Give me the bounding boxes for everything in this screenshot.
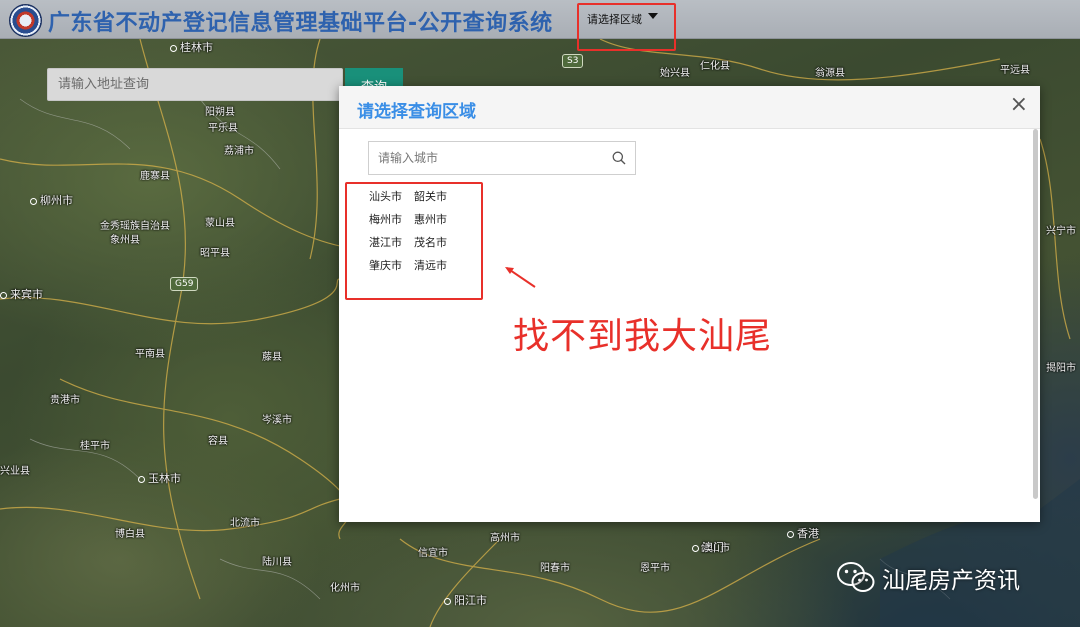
map-label-jinxiu: 金秀瑶族自治县: [100, 221, 170, 232]
watermark: 汕尾房产资讯: [836, 560, 1020, 596]
map-label-renhua: 仁化县: [700, 61, 730, 72]
map-label-yulin: 玉林市: [138, 470, 181, 486]
map-label-wengyuan: 翁源县: [815, 68, 845, 79]
map-label-xinyi: 信宜市: [418, 548, 448, 559]
map-label-guigang: 贵港市: [50, 395, 80, 406]
app-title: 广东省不动产登记信息管理基础平台-公开查询系统: [48, 11, 553, 36]
map-label-lipu: 荔浦市: [224, 146, 254, 157]
map-label-liuzhou: 柳州市: [30, 192, 73, 208]
map-label-zhaoping: 昭平县: [200, 248, 230, 259]
map-label-laibin: 来宾市: [0, 286, 43, 302]
map-label-yangjiang: 阳江市: [444, 592, 487, 608]
map-label-rongxian: 容县: [208, 436, 228, 447]
map-label-pingle: 平乐县: [208, 123, 238, 134]
annotation-box-region-select: [577, 3, 676, 51]
map-label-cenxi: 岑溪市: [262, 415, 292, 426]
close-icon[interactable]: ×: [1010, 94, 1028, 116]
map-label-xiangzhou: 象州县: [110, 235, 140, 246]
map-label-guilin: 桂林市: [170, 39, 213, 55]
map-label-luchuan: 陆川县: [262, 557, 292, 568]
wechat-icon: [837, 562, 875, 592]
map-label-mengshan: 蒙山县: [205, 218, 235, 229]
road-badge-s3: S3: [562, 54, 584, 68]
map-label-beiliu: 北流市: [230, 518, 260, 529]
map-label-bobai: 博白县: [115, 529, 145, 540]
watermark-text: 汕尾房产资讯: [882, 568, 1020, 594]
map-label-pingnan: 平南县: [135, 349, 165, 360]
map-label-pingyuan: 平远县: [1000, 65, 1030, 76]
search-icon[interactable]: [612, 151, 626, 165]
modal-title: 请选择查询区域: [357, 102, 476, 122]
annotation-text: 找不到我大汕尾: [513, 316, 773, 357]
map-label-xingye: 兴业县: [0, 466, 30, 477]
annotation-box-city-list: [345, 182, 483, 300]
map-label-macau: 澳门: [692, 539, 724, 555]
map-label-yangchun: 阳春市: [540, 563, 570, 574]
map-label-luzhai: 鹿寨县: [140, 171, 170, 182]
emblem-logo: [9, 4, 42, 37]
modal-scrollbar[interactable]: [1033, 129, 1038, 499]
app-header: 广东省不动产登记信息管理基础平台-公开查询系统 请选择区域: [0, 0, 1080, 39]
city-search-input[interactable]: [369, 142, 604, 174]
annotation-arrow-icon: [505, 267, 536, 288]
city-search-box: [368, 141, 636, 175]
map-label-teng: 藤县: [262, 352, 282, 363]
modal-header: 请选择查询区域 ×: [339, 86, 1040, 129]
map-label-guiping: 桂平市: [80, 441, 110, 452]
map-label-hongkong: 香港: [787, 525, 819, 541]
road-badge-g59: G59: [170, 277, 199, 291]
map-label-xingning: 兴宁市: [1046, 226, 1076, 237]
map-label-enping: 恩平市: [640, 563, 670, 574]
address-search-input[interactable]: [47, 68, 343, 101]
map-label-shixing: 始兴县: [660, 68, 690, 79]
region-select-modal: 请选择查询区域 × 汕头市 韶关市 梅州市 惠州市 湛江市 茂名市 肇庆市 清远…: [339, 86, 1040, 522]
map-label-gaozhou: 高州市: [490, 533, 520, 544]
map-label-yangshuo: 阳朔县: [205, 107, 235, 118]
map-label-huazhou: 化州市: [330, 583, 360, 594]
map-label-jieyang: 揭阳市: [1046, 363, 1076, 374]
